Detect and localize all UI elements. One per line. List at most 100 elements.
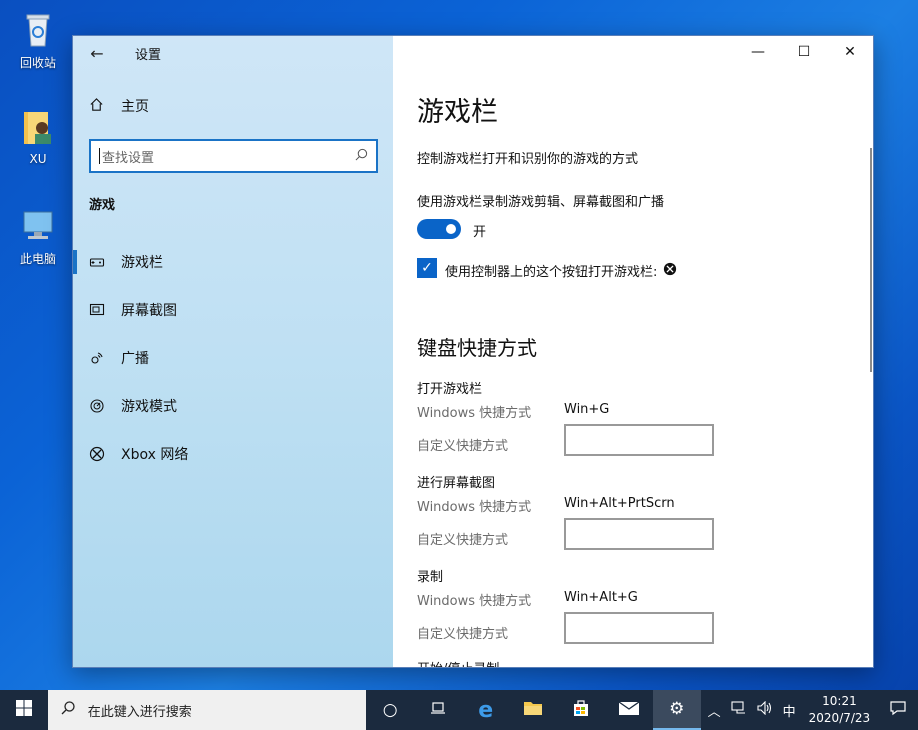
back-button[interactable]: ← — [73, 36, 121, 70]
capture-icon — [89, 302, 105, 318]
volume-icon[interactable] — [757, 700, 773, 719]
game-bar-toggle[interactable] — [417, 219, 461, 239]
app-title: 设置 — [135, 47, 162, 63]
toggle-setting-label: 使用游戏栏录制游戏剪辑、屏幕截图和广播 — [417, 195, 665, 210]
group-title: 开始/停止录制 — [417, 658, 499, 667]
sidebar: ← 设置 主页 查找设置 游戏 游戏栏 屏幕截图 广播 游戏模式 Xbox 网络 — [73, 36, 393, 667]
desktop-icon-recycle-bin[interactable]: 回收站 — [8, 10, 68, 71]
nav-item-label: 游戏栏 — [121, 255, 163, 271]
desktop-icon-label: XU — [29, 152, 47, 166]
nav-item-label: 广播 — [121, 351, 149, 367]
main-content: — ☐ ✕ 游戏栏 控制游戏栏打开和识别你的游戏的方式 使用游戏栏录制游戏剪辑、… — [393, 36, 873, 667]
titlebar-left: ← 设置 — [73, 36, 161, 70]
search-placeholder: 查找设置 — [102, 150, 155, 166]
notification-icon — [890, 700, 906, 720]
search-input[interactable]: 查找设置 — [89, 139, 378, 173]
file-explorer-button[interactable] — [510, 690, 558, 730]
desktop-icon-user-folder[interactable]: XU — [8, 108, 68, 166]
nav-item-label: 游戏模式 — [121, 399, 177, 415]
nav-item-game-mode[interactable]: 游戏模式 — [73, 386, 393, 426]
nav-home[interactable]: 主页 — [89, 96, 149, 116]
network-icon[interactable] — [731, 701, 747, 719]
nav-item-label: Xbox 网络 — [121, 447, 189, 463]
windows-logo-icon — [15, 700, 32, 720]
game-bar-icon — [89, 254, 105, 270]
nav-item-broadcast[interactable]: 广播 — [73, 338, 393, 378]
desktop-icon-label: 此电脑 — [19, 252, 56, 266]
custom-shortcut-input[interactable] — [564, 612, 714, 644]
custom-shortcut-input[interactable] — [564, 518, 714, 550]
taskbar-search-box[interactable]: 在此键入进行搜索 — [47, 690, 367, 730]
toggle-knob — [446, 224, 456, 234]
minimize-button[interactable]: — — [735, 36, 781, 68]
custom-shortcut-input[interactable] — [564, 424, 714, 456]
custom-shortcut-label: 自定义快捷方式 — [417, 533, 509, 548]
mail-button[interactable] — [605, 690, 653, 730]
desktop-icon-this-pc[interactable]: 此电脑 — [8, 206, 68, 267]
taskbar-search-placeholder: 在此键入进行搜索 — [87, 704, 192, 720]
settings-window: ← 设置 主页 查找设置 游戏 游戏栏 屏幕截图 广播 游戏模式 Xbox 网络… — [72, 35, 874, 668]
windows-shortcut-label: Windows 快捷方式 — [417, 500, 532, 515]
cortana-icon: ○ — [382, 700, 398, 720]
task-view-button[interactable] — [414, 690, 462, 730]
checkbox-label: 使用控制器上的这个按钮打开游戏栏: — [445, 261, 677, 280]
mail-icon — [618, 700, 640, 721]
nav-item-label: 屏幕截图 — [121, 303, 177, 319]
custom-shortcut-label: 自定义快捷方式 — [417, 439, 509, 454]
checkbox-label-text: 使用控制器上的这个按钮打开游戏栏: — [445, 265, 658, 280]
minimize-icon: — — [751, 44, 765, 60]
chevron-up-icon[interactable]: ︿ — [708, 701, 721, 720]
taskbar: 在此键入进行搜索 ○ e ⚙ ︿ 中 10:21 2020/7/23 — [0, 690, 918, 730]
start-button[interactable] — [0, 690, 48, 730]
store-icon — [572, 699, 590, 722]
group-title: 进行屏幕截图 — [417, 476, 496, 491]
gear-icon: ⚙ — [669, 699, 685, 719]
home-icon — [89, 97, 105, 116]
nav-item-captures[interactable]: 屏幕截图 — [73, 290, 393, 330]
xbox-icon — [89, 446, 105, 462]
page-description: 控制游戏栏打开和识别你的游戏的方式 — [417, 152, 639, 167]
computer-icon — [18, 206, 58, 246]
scrollbar[interactable] — [870, 148, 872, 372]
clock-time: 10:21 — [822, 694, 857, 708]
store-button[interactable] — [557, 690, 605, 730]
checkmark-icon: ✓ — [421, 260, 433, 276]
toggle-state-label: 开 — [473, 225, 487, 240]
nav-item-xbox-networking[interactable]: Xbox 网络 — [73, 434, 393, 474]
group-title: 录制 — [417, 570, 444, 585]
edge-button[interactable]: e — [462, 690, 510, 730]
settings-taskbar-button[interactable]: ⚙ — [652, 690, 701, 730]
recycle-bin-icon — [18, 10, 58, 50]
broadcast-icon — [89, 350, 105, 366]
maximize-icon: ☐ — [797, 44, 811, 60]
xbox-button-icon — [663, 262, 677, 280]
back-arrow-icon: ← — [90, 43, 104, 63]
windows-shortcut-label: Windows 快捷方式 — [417, 594, 532, 609]
nav-item-game-bar[interactable]: 游戏栏 — [73, 242, 393, 282]
window-controls: — ☐ ✕ — [735, 36, 873, 68]
desktop-icon-label: 回收站 — [19, 56, 56, 70]
system-tray: ︿ 中 — [703, 700, 801, 720]
page-title: 游戏栏 — [417, 97, 498, 128]
ime-indicator[interactable]: 中 — [783, 701, 796, 720]
windows-shortcut-value: Win+G — [564, 402, 610, 417]
windows-shortcut-value: Win+Alt+G — [564, 590, 638, 605]
text-caret — [99, 148, 100, 164]
close-button[interactable]: ✕ — [827, 36, 873, 68]
clock[interactable]: 10:21 2020/7/23 — [801, 693, 879, 727]
nav-home-label: 主页 — [121, 99, 149, 115]
shortcuts-heading: 键盘快捷方式 — [417, 336, 537, 360]
folder-icon — [523, 700, 543, 721]
cortana-button[interactable]: ○ — [366, 690, 414, 730]
search-icon — [355, 148, 368, 165]
edge-icon: e — [478, 697, 494, 723]
search-icon — [60, 700, 76, 720]
windows-shortcut-value: Win+Alt+PrtScrn — [564, 496, 675, 511]
action-center-button[interactable] — [878, 690, 918, 730]
windows-shortcut-label: Windows 快捷方式 — [417, 406, 532, 421]
task-view-icon — [430, 700, 446, 721]
maximize-button[interactable]: ☐ — [781, 36, 827, 68]
clock-date: 2020/7/23 — [808, 711, 871, 725]
custom-shortcut-label: 自定义快捷方式 — [417, 627, 509, 642]
controller-button-checkbox[interactable]: ✓ — [417, 258, 437, 278]
